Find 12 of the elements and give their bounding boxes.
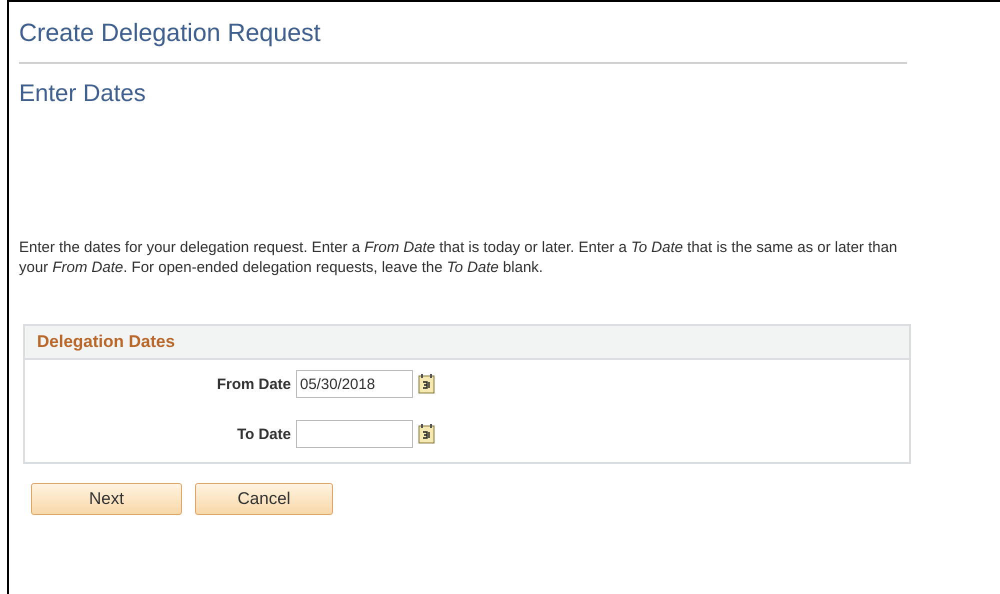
field-label: From Date bbox=[216, 376, 291, 392]
date-field[interactable] bbox=[296, 420, 413, 448]
field-label: To Date bbox=[236, 426, 291, 442]
group-title: Delegation Dates bbox=[25, 326, 909, 360]
date-field[interactable]: 05/30/2018 bbox=[296, 370, 413, 398]
page-title: Create Delegation Request bbox=[19, 18, 322, 49]
calendar-icon[interactable] bbox=[418, 373, 436, 395]
step-title: Enter Dates bbox=[19, 79, 147, 109]
next-button[interactable]: Next bbox=[31, 483, 182, 515]
calendar-icon[interactable] bbox=[418, 423, 436, 445]
instructions-text: Enter the dates for your delegation request. Enter a From Date that is today or later. Enter a To Date that is the same as or later than your From Date. For open-ended delegation requests, leave the To Date blank. bbox=[19, 238, 898, 278]
cancel-button[interactable]: Cancel bbox=[195, 483, 333, 515]
